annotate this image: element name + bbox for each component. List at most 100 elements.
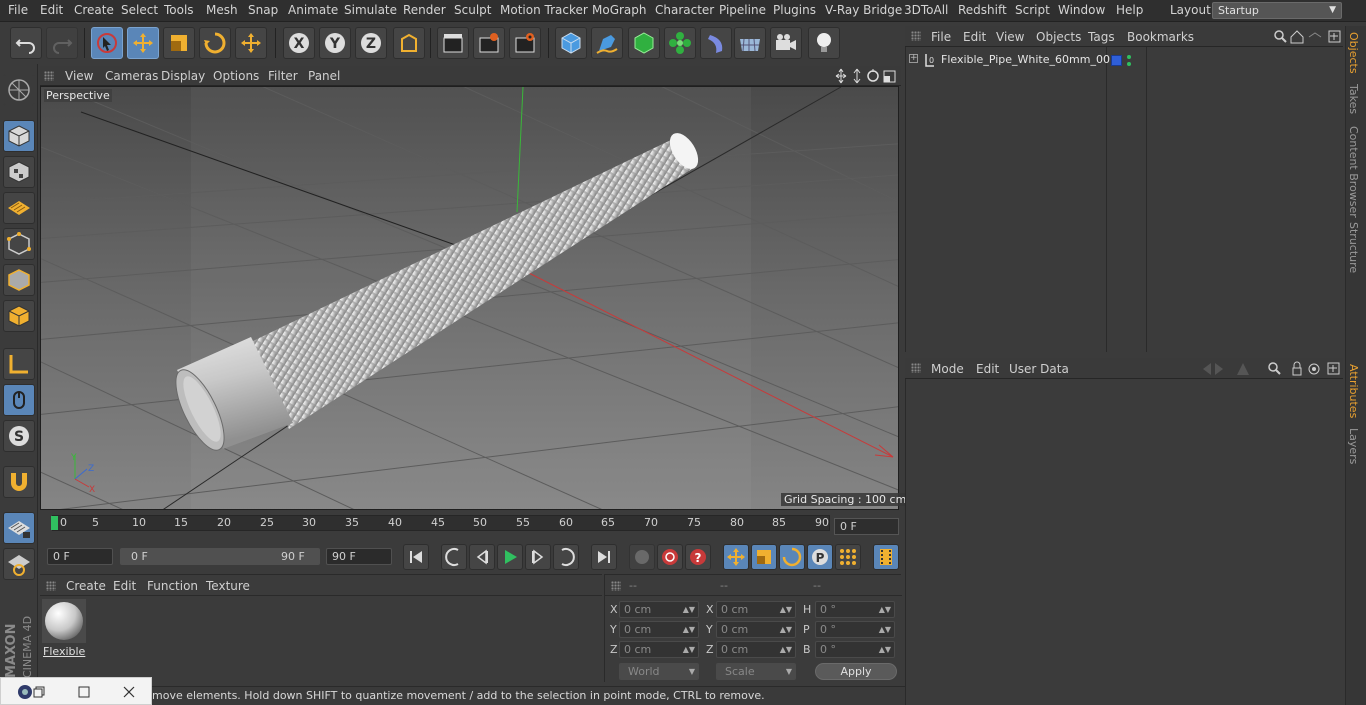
- axis-mode-button[interactable]: [3, 348, 35, 380]
- menu-file[interactable]: File: [8, 3, 28, 17]
- scale-tool-button[interactable]: [163, 27, 195, 59]
- pos-z-field[interactable]: 0 cm ▲▼: [619, 641, 699, 658]
- coordinate-system-button[interactable]: [393, 27, 425, 59]
- texture-mode-button[interactable]: [3, 156, 35, 188]
- rot-h-field[interactable]: 0 ° ▲▼: [815, 601, 895, 618]
- floor-button[interactable]: [734, 27, 766, 59]
- menu-plugins[interactable]: Plugins: [773, 3, 816, 17]
- key-pla-button[interactable]: [835, 544, 861, 570]
- viewport-menu-options[interactable]: Options: [213, 69, 259, 83]
- apply-button[interactable]: Apply: [815, 663, 897, 680]
- menu-simulate[interactable]: Simulate: [344, 3, 397, 17]
- menu-render[interactable]: Render: [403, 3, 446, 17]
- menu-vray-bridge[interactable]: V-Ray Bridge: [825, 3, 902, 17]
- menu-pipeline[interactable]: Pipeline: [719, 3, 766, 17]
- render-view-button[interactable]: [437, 27, 469, 59]
- expand-icon[interactable]: +: [909, 54, 918, 63]
- viewport-menu-filter[interactable]: Filter: [268, 69, 298, 83]
- previous-frame-button[interactable]: [469, 544, 495, 570]
- render-settings-button[interactable]: [509, 27, 541, 59]
- size-y-field[interactable]: 0 cm ▲▼: [716, 621, 796, 638]
- attribute-menu-edit[interactable]: Edit: [976, 362, 999, 376]
- menu-script[interactable]: Script: [1015, 3, 1050, 17]
- play-button[interactable]: [497, 544, 523, 570]
- go-to-start-button[interactable]: [403, 544, 429, 570]
- object-menu-bookmarks[interactable]: Bookmarks: [1127, 30, 1194, 44]
- next-key-button[interactable]: [553, 544, 579, 570]
- viewport-menu-view[interactable]: View: [65, 69, 93, 83]
- object-menu-view[interactable]: View: [996, 30, 1024, 44]
- bend-deformer-button[interactable]: [700, 27, 732, 59]
- rotate-tool-button[interactable]: [199, 27, 231, 59]
- material-menu-create[interactable]: Create: [66, 579, 106, 593]
- menu-mesh[interactable]: Mesh: [206, 3, 238, 17]
- layout-select[interactable]: Startup ▼: [1212, 2, 1342, 19]
- solo-button[interactable]: S: [3, 420, 35, 452]
- add-cube-button[interactable]: [555, 27, 587, 59]
- object-menu-file[interactable]: File: [931, 30, 951, 44]
- visibility-dots-icon[interactable]: [1126, 54, 1132, 68]
- record-keys-button[interactable]: [629, 544, 655, 570]
- autokeying-button[interactable]: [657, 544, 683, 570]
- menu-sculpt[interactable]: Sculpt: [454, 3, 491, 17]
- start-frame-field[interactable]: 0 F: [47, 548, 113, 565]
- keyframe-selection-button[interactable]: ?: [685, 544, 711, 570]
- material-menu-edit[interactable]: Edit: [113, 579, 136, 593]
- cinema4d-app-icon[interactable]: [17, 684, 33, 700]
- object-menu-objects[interactable]: Objects: [1036, 30, 1081, 44]
- rot-p-field[interactable]: 0 ° ▲▼: [815, 621, 895, 638]
- polygons-mode-button[interactable]: [3, 300, 35, 332]
- object-row[interactable]: + 0 Flexible_Pipe_White_60mm_001: [907, 52, 1117, 69]
- make-editable-button[interactable]: [3, 74, 35, 106]
- points-mode-button[interactable]: [3, 228, 35, 260]
- workplane-lock-button[interactable]: [3, 512, 35, 544]
- current-frame-field[interactable]: 0 F: [834, 518, 899, 535]
- viewport-menu-display[interactable]: Display: [161, 69, 205, 83]
- layer-color-swatch[interactable]: [1111, 55, 1122, 66]
- object-manager-toolbar-icons[interactable]: [1273, 29, 1341, 45]
- menu-redshift[interactable]: Redshift: [958, 3, 1007, 17]
- object-name[interactable]: Flexible_Pipe_White_60mm_001: [941, 53, 1117, 66]
- move-tool-button[interactable]: [127, 27, 159, 59]
- edges-mode-button[interactable]: [3, 264, 35, 296]
- tweak-mode-button[interactable]: [3, 384, 35, 416]
- pen-spline-button[interactable]: [591, 27, 623, 59]
- subdivision-surface-button[interactable]: [628, 27, 660, 59]
- x-axis-lock-button[interactable]: X: [283, 27, 315, 59]
- frame-range-slider[interactable]: 0 F 90 F: [120, 548, 320, 565]
- workplane-mode-button[interactable]: [3, 192, 35, 224]
- scale-mode-dropdown[interactable]: Scale ▼: [716, 663, 796, 680]
- menu-tools[interactable]: Tools: [164, 3, 194, 17]
- restore-icon[interactable]: [33, 686, 45, 698]
- cloner-button[interactable]: [664, 27, 696, 59]
- transform-tool-button[interactable]: [235, 27, 267, 59]
- perspective-viewport[interactable]: Y Z X: [40, 86, 899, 510]
- z-axis-lock-button[interactable]: Z: [355, 27, 387, 59]
- menu-window[interactable]: Window: [1058, 3, 1105, 17]
- menu-create[interactable]: Create: [74, 3, 114, 17]
- menu-character[interactable]: Character: [655, 3, 714, 17]
- maximize-icon[interactable]: [78, 686, 90, 698]
- size-z-field[interactable]: 0 cm ▲▼: [716, 641, 796, 658]
- menu-animate[interactable]: Animate: [288, 3, 338, 17]
- previous-key-button[interactable]: [441, 544, 467, 570]
- coordinate-system-dropdown[interactable]: World ▼: [619, 663, 699, 680]
- pos-x-field[interactable]: 0 cm ▲▼: [619, 601, 699, 618]
- size-x-field[interactable]: 0 cm ▲▼: [716, 601, 796, 618]
- object-menu-tags[interactable]: Tags: [1088, 30, 1115, 44]
- key-position-button[interactable]: [723, 544, 749, 570]
- object-menu-edit[interactable]: Edit: [963, 30, 986, 44]
- viewport-menu-cameras[interactable]: Cameras: [105, 69, 158, 83]
- menu-motion-tracker[interactable]: Motion Tracker: [500, 3, 588, 17]
- menu-3dtoall[interactable]: 3DToAll: [904, 3, 948, 17]
- key-rotation-button[interactable]: [779, 544, 805, 570]
- tab-content-browser[interactable]: Content Browser: [1347, 126, 1360, 218]
- y-axis-lock-button[interactable]: Y: [319, 27, 351, 59]
- key-scale-button[interactable]: [751, 544, 777, 570]
- camera-button[interactable]: [770, 27, 802, 59]
- model-mode-button[interactable]: [3, 120, 35, 152]
- menu-mograph[interactable]: MoGraph: [592, 3, 647, 17]
- tab-layers[interactable]: Layers: [1347, 428, 1360, 464]
- redo-button[interactable]: [46, 27, 78, 59]
- snap-button[interactable]: [3, 466, 35, 498]
